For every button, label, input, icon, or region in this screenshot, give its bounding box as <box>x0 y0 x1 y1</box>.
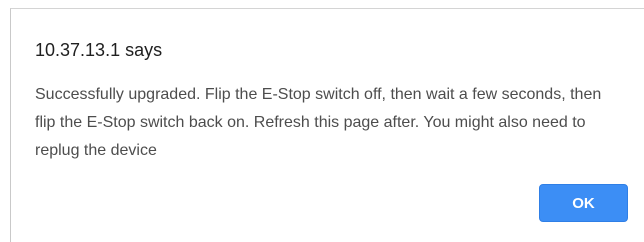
alert-dialog: 10.37.13.1 says Successfully upgraded. F… <box>10 8 644 242</box>
ok-button[interactable]: OK <box>539 184 628 222</box>
page: 10.37.13.1 says Successfully upgraded. F… <box>0 0 644 242</box>
dialog-message: Successfully upgraded. Flip the E-Stop s… <box>35 86 602 159</box>
dialog-title: 10.37.13.1 says <box>35 40 163 60</box>
